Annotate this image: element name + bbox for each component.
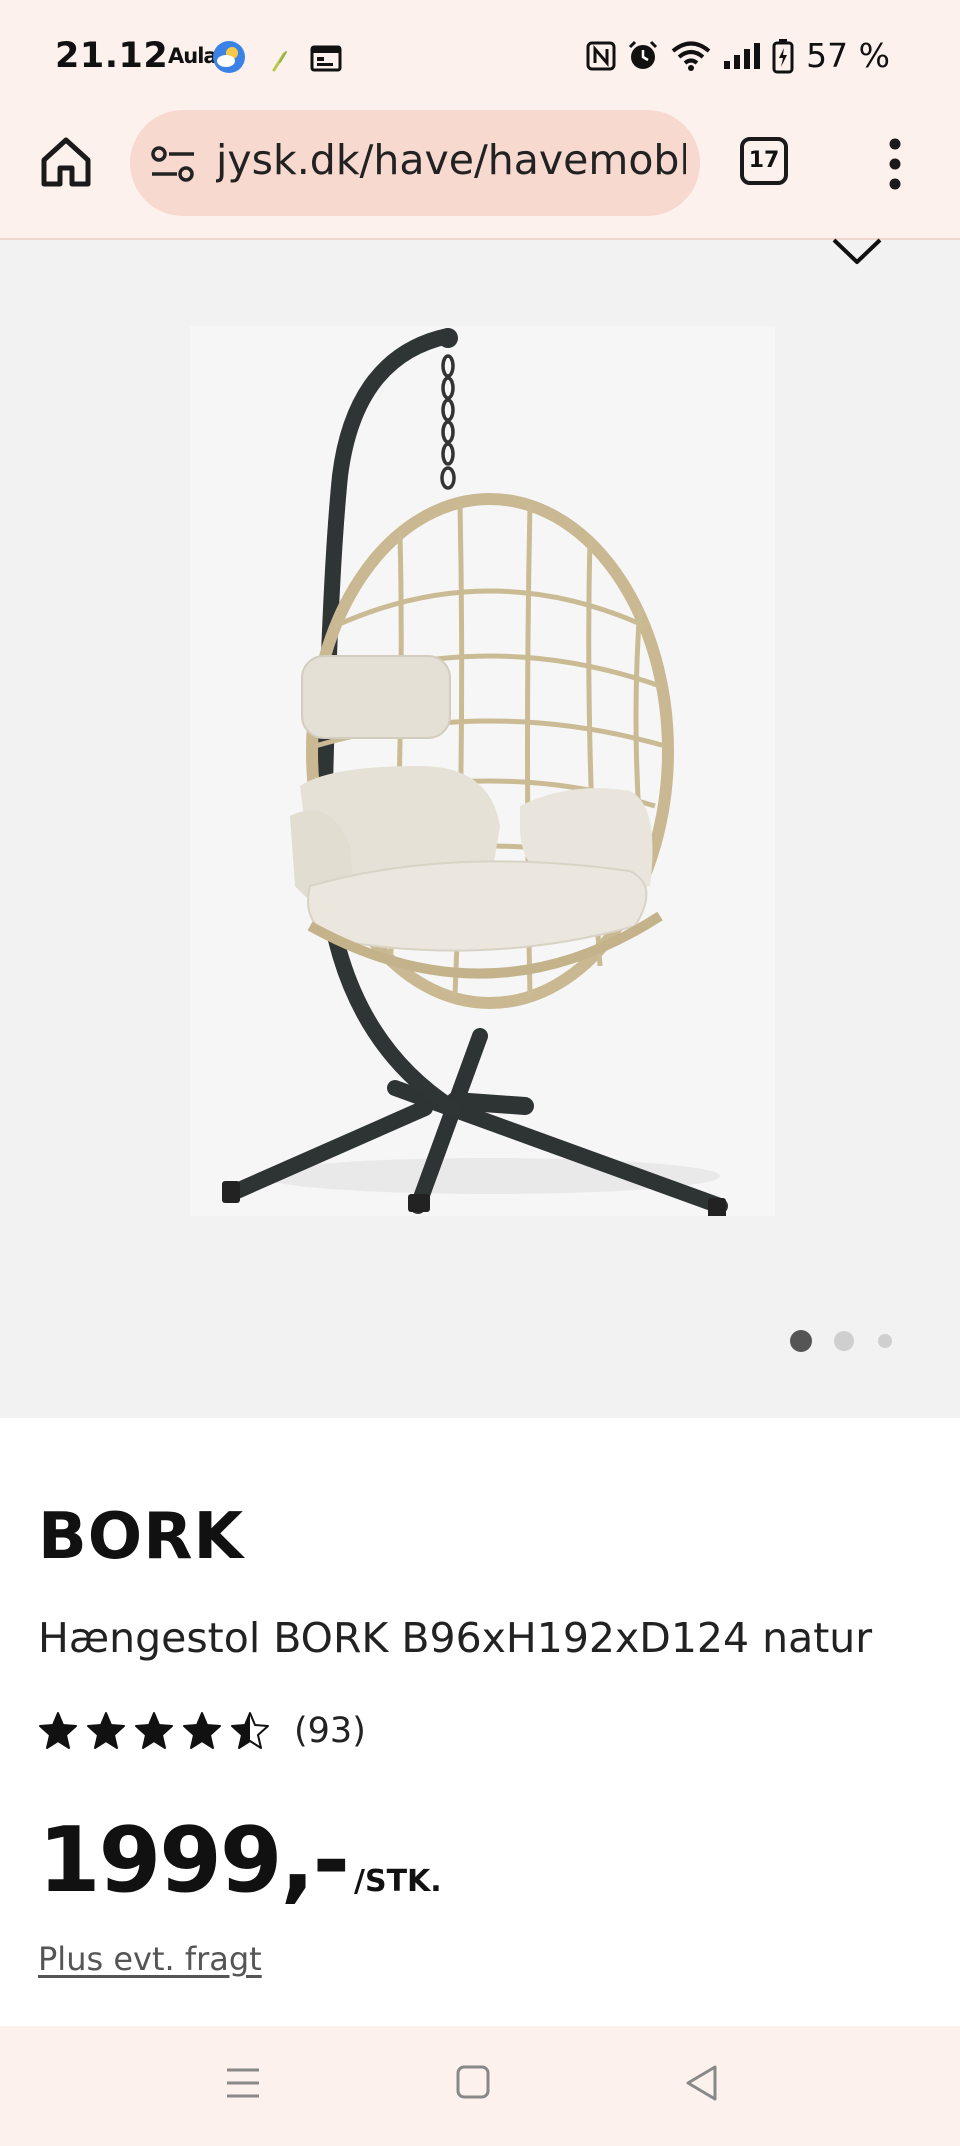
site-settings-icon[interactable] <box>150 144 196 184</box>
url-text[interactable]: jysk.dk/have/havemobler/haengestole <box>216 136 686 184</box>
alarm-icon <box>629 40 658 69</box>
back-icon[interactable] <box>684 2064 718 2102</box>
tab-switcher-button[interactable]: 17 <box>740 137 788 185</box>
shipping-link[interactable]: Plus evt. fragt <box>38 1940 262 1978</box>
star-half-icon <box>231 1712 269 1749</box>
product-rating[interactable]: (93) <box>38 1705 366 1757</box>
status-bar: 21.12 Aula 57 % <box>0 0 960 110</box>
product-price: 1999,- /STK. <box>38 1808 442 1913</box>
wifi-icon <box>671 41 711 71</box>
home-square-icon[interactable] <box>455 2064 491 2100</box>
review-count[interactable]: (93) <box>294 1711 366 1751</box>
aula-icon: Aula <box>168 44 218 68</box>
recents-icon[interactable] <box>224 2064 262 2102</box>
system-nav-bar <box>0 2026 960 2146</box>
status-time: 21.12 <box>55 36 169 76</box>
signal-icon <box>724 42 761 69</box>
product-gallery[interactable] <box>0 238 960 1418</box>
gallery-dot-active[interactable] <box>790 1330 812 1352</box>
product-name: Hængestol BORK B96xH192xD124 natur <box>38 1614 873 1662</box>
heart-icon[interactable] <box>828 230 886 276</box>
gallery-dot[interactable] <box>834 1331 854 1351</box>
price-unit: /STK. <box>354 1864 442 1899</box>
home-icon[interactable] <box>36 132 96 192</box>
nfc-icon <box>586 41 616 70</box>
gallery-dot[interactable] <box>878 1334 892 1348</box>
calendar-icon <box>310 45 342 72</box>
browser-toolbar: jysk.dk/have/havemobler/haengestole 17 <box>0 110 960 240</box>
battery-percent: 57 % <box>806 36 890 75</box>
star-full-icon <box>135 1712 173 1749</box>
product-brand: BORK <box>38 1500 245 1574</box>
more-vert-icon[interactable] <box>880 136 910 192</box>
battery-charging-icon <box>772 38 794 73</box>
address-bar[interactable]: jysk.dk/have/havemobler/haengestole <box>130 110 700 216</box>
rating-stars <box>38 1711 270 1751</box>
price-value: 1999,- <box>38 1808 350 1913</box>
star-full-icon <box>87 1712 125 1749</box>
star-full-icon <box>183 1712 221 1749</box>
star-full-icon <box>39 1712 77 1749</box>
leaf-icon <box>272 51 287 72</box>
weather-icon <box>213 41 245 73</box>
product-image[interactable] <box>190 326 775 1216</box>
